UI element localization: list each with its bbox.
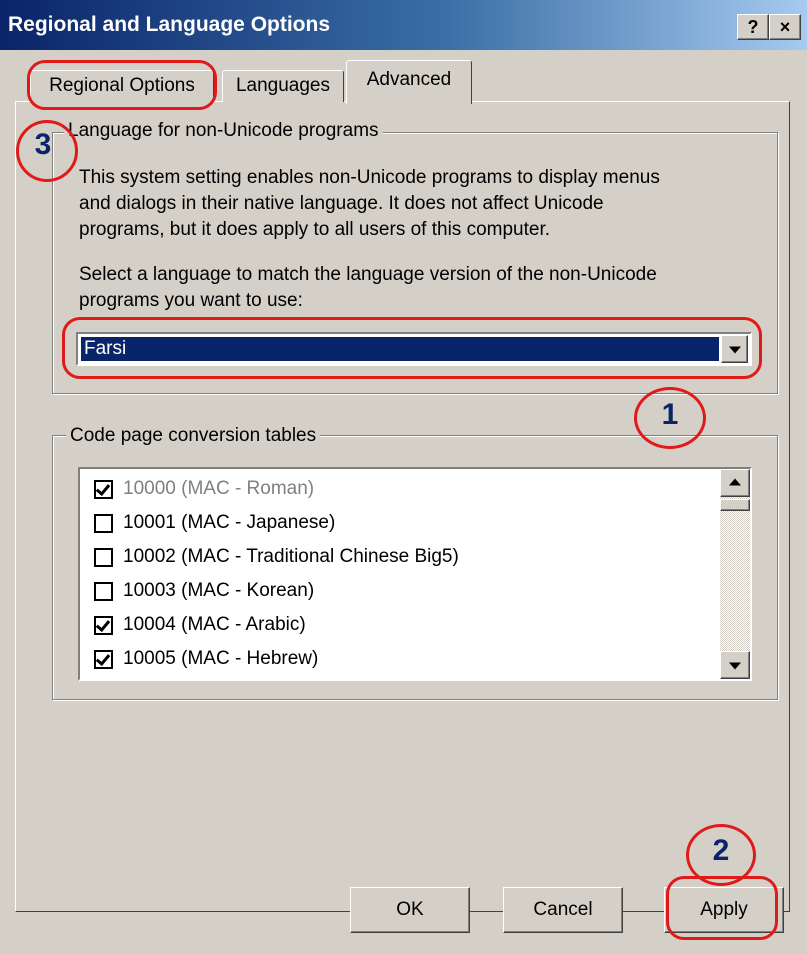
tab-languages[interactable]: Languages [222, 70, 344, 102]
list-item[interactable]: 10002 (MAC - Traditional Chinese Big5) [94, 541, 459, 573]
scroll-down-button[interactable] [720, 651, 750, 679]
list-scrollbar[interactable] [720, 469, 750, 679]
prompt-line: Select a language to match the language … [79, 264, 657, 285]
annotation-number-1: 1 [661, 398, 679, 431]
language-description: This system setting enables non-Unicode … [79, 165, 660, 243]
ok-button[interactable]: OK [350, 887, 470, 933]
list-item-label: 10000 (MAC - Roman) [123, 478, 315, 499]
check-icon [95, 650, 111, 666]
codepage-list[interactable]: 10000 (MAC - Roman) 10001 (MAC - Japanes… [78, 467, 752, 681]
checkbox[interactable] [94, 547, 113, 567]
cancel-button[interactable]: Cancel [503, 887, 623, 933]
list-item-label: 10003 (MAC - Korean) [123, 580, 315, 601]
scroll-up-button[interactable] [720, 469, 750, 497]
list-item-label: 10002 (MAC - Traditional Chinese Big5) [123, 546, 459, 567]
chevron-up-icon [729, 478, 741, 486]
description-line: programs, but it does apply to all users… [79, 219, 551, 240]
codepage-group-title: Code page conversion tables [66, 425, 321, 447]
checkbox[interactable] [94, 513, 113, 533]
description-line: and dialogs in their native language. It… [79, 193, 604, 214]
list-item-label: 10001 (MAC - Japanese) [123, 512, 336, 533]
annotation-highlight-language-select [62, 317, 762, 379]
checkbox[interactable] [94, 615, 113, 635]
list-item-label: 10005 (MAC - Hebrew) [123, 648, 319, 669]
close-button[interactable]: × [769, 14, 801, 40]
chevron-down-icon [729, 662, 741, 670]
title-bar: Regional and Language Options ? × [0, 0, 807, 50]
annotation-number-2: 2 [712, 834, 730, 867]
tab-advanced[interactable]: Advanced [346, 60, 472, 104]
scroll-thumb[interactable] [720, 499, 750, 511]
help-button[interactable]: ? [737, 14, 769, 40]
prompt-line: programs you want to use: [79, 290, 303, 311]
check-icon [95, 616, 111, 632]
list-item[interactable]: 10000 (MAC - Roman) [94, 473, 314, 505]
list-item[interactable]: 10004 (MAC - Arabic) [94, 609, 306, 641]
description-line: This system setting enables non-Unicode … [79, 167, 660, 188]
list-item[interactable]: 10003 (MAC - Korean) [94, 575, 314, 607]
list-item[interactable]: 10001 (MAC - Japanese) [94, 507, 335, 539]
list-item[interactable]: 10005 (MAC - Hebrew) [94, 643, 318, 675]
language-prompt: Select a language to match the language … [79, 262, 657, 314]
check-icon [95, 480, 111, 496]
checkbox[interactable] [94, 479, 113, 499]
window-title: Regional and Language Options [8, 13, 331, 36]
list-item-label: 10004 (MAC - Arabic) [123, 614, 306, 635]
checkbox[interactable] [94, 649, 113, 669]
checkbox[interactable] [94, 581, 113, 601]
language-group-title: Language for non-Unicode programs [64, 120, 383, 142]
annotation-highlight-regional-tab [27, 60, 217, 110]
annotation-number-3: 3 [34, 128, 52, 161]
